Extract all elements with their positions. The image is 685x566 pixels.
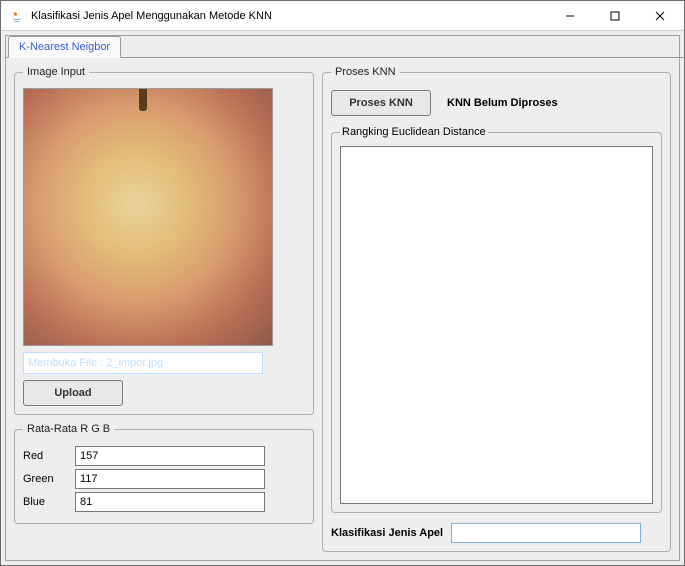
proses-knn-panel: Proses KNN Proses KNN KNN Belum Diproses… xyxy=(322,66,671,552)
ranking-panel: Rangking Euclidean Distance xyxy=(331,126,662,513)
window-controls xyxy=(547,1,682,30)
close-button[interactable] xyxy=(637,1,682,30)
blue-field[interactable] xyxy=(75,492,265,512)
image-input-panel: Image Input Upload xyxy=(14,66,314,415)
tab-content: Image Input Upload Rata-Rata R G B Red xyxy=(6,58,679,560)
proses-legend: Proses KNN xyxy=(331,66,400,78)
ranking-list[interactable] xyxy=(340,146,653,504)
image-preview xyxy=(23,88,273,346)
classification-label: Klasifikasi Jenis Apel xyxy=(331,527,443,539)
file-path-field[interactable] xyxy=(23,352,263,374)
classification-field[interactable] xyxy=(451,523,641,543)
java-icon xyxy=(9,8,25,24)
tab-knn[interactable]: K-Nearest Neigbor xyxy=(8,36,121,58)
app-window: Klasifikasi Jenis Apel Menggunakan Metod… xyxy=(0,0,685,566)
red-field[interactable] xyxy=(75,446,265,466)
client-area: K-Nearest Neigbor Image Input Upload Rat… xyxy=(1,31,684,565)
proses-knn-button[interactable]: Proses KNN xyxy=(331,90,431,116)
titlebar: Klasifikasi Jenis Apel Menggunakan Metod… xyxy=(1,1,684,31)
tab-container: K-Nearest Neigbor Image Input Upload Rat… xyxy=(5,35,680,561)
tabstrip: K-Nearest Neigbor xyxy=(8,35,121,57)
knn-status-label: KNN Belum Diproses xyxy=(447,97,558,109)
green-label: Green xyxy=(23,473,67,485)
image-input-legend: Image Input xyxy=(23,66,89,78)
red-label: Red xyxy=(23,450,67,462)
minimize-button[interactable] xyxy=(547,1,592,30)
green-field[interactable] xyxy=(75,469,265,489)
blue-label: Blue xyxy=(23,496,67,508)
maximize-button[interactable] xyxy=(592,1,637,30)
upload-button[interactable]: Upload xyxy=(23,380,123,406)
ranking-legend: Rangking Euclidean Distance xyxy=(340,126,488,138)
rgb-legend: Rata-Rata R G B xyxy=(23,423,114,435)
rgb-panel: Rata-Rata R G B Red Green Blue xyxy=(14,423,314,524)
window-title: Klasifikasi Jenis Apel Menggunakan Metod… xyxy=(31,10,547,22)
